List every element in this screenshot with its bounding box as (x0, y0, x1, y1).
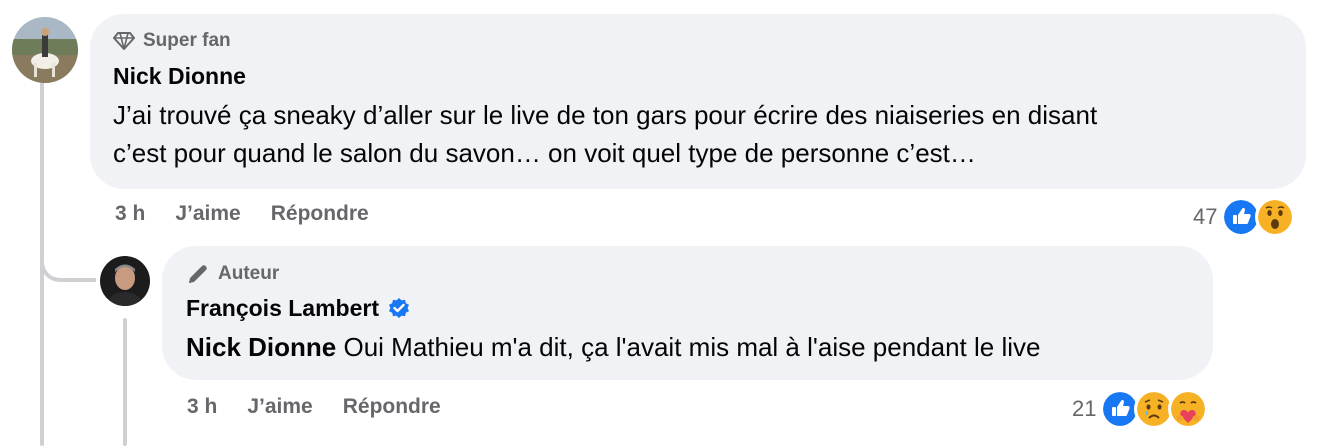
super-fan-badge[interactable]: Super fan (113, 30, 231, 52)
reply-time[interactable]: 3 h (187, 395, 217, 419)
comment-text: J’ai trouvé ça sneaky d’aller sur le liv… (113, 96, 1293, 172)
diamond-icon (113, 32, 135, 50)
reply-author[interactable]: François Lambert (186, 295, 411, 322)
verified-badge-icon (389, 297, 409, 318)
reply-text: Nick Dionne Oui Mathieu m'a dit, ça l'av… (186, 328, 1206, 366)
comment-text-line1: J’ai trouvé ça sneaky d’aller sur le liv… (113, 100, 1098, 130)
comment-actions: 3 h J’aime Répondre (115, 202, 369, 226)
reply-reactions[interactable]: 21 (1072, 389, 1209, 429)
thread-line-reply (123, 318, 127, 446)
reaction-count: 21 (1072, 396, 1097, 421)
pencil-icon (189, 265, 207, 283)
comment-text-line2: c’est pour quand le salon du savon… on v… (113, 138, 976, 168)
comment-reactions[interactable]: 47 (1193, 197, 1296, 237)
wow-icon (1255, 197, 1296, 237)
author-name[interactable]: Nick Dionne (113, 63, 246, 90)
reply-button[interactable]: Répondre (343, 395, 441, 419)
badge-label: Auteur (218, 263, 280, 284)
comment-author[interactable]: Nick Dionne (113, 63, 246, 90)
badge-label: Super fan (143, 30, 231, 51)
reaction-count: 47 (1193, 204, 1218, 229)
care-icon (1168, 389, 1209, 429)
author-name[interactable]: François Lambert (186, 295, 379, 322)
author-badge[interactable]: Auteur (186, 262, 279, 286)
avatar-francois-lambert[interactable] (100, 256, 150, 306)
like-button[interactable]: J’aime (247, 395, 312, 419)
reply-button[interactable]: Répondre (271, 202, 369, 226)
mention-link[interactable]: Nick Dionne (186, 332, 336, 362)
thread-connector-reply (40, 190, 96, 282)
comment-time[interactable]: 3 h (115, 202, 145, 226)
reply-text-body: Oui Mathieu m'a dit, ça l'avait mis mal … (336, 332, 1041, 362)
avatar-nick-dionne[interactable] (12, 17, 78, 83)
like-button[interactable]: J’aime (175, 202, 240, 226)
reply-actions: 3 h J’aime Répondre (187, 395, 441, 419)
